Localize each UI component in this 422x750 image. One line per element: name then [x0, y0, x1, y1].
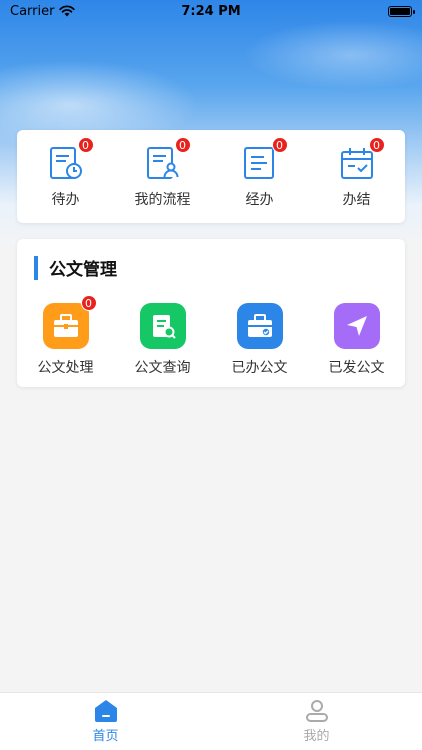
tab-label: 首页	[92, 729, 119, 744]
quick-actions-card: 0 待办 0 我的流程 0 经办 0 办结	[17, 130, 405, 223]
doc-search-icon	[152, 315, 176, 339]
badge-count: 0	[80, 295, 97, 311]
document-management-card: 公文管理 0 公文处理 公文查询 已办公文 已发公文	[17, 239, 405, 387]
wifi-icon	[59, 5, 76, 17]
app-document-query[interactable]: 公文查询	[120, 303, 206, 377]
doc-user-icon	[146, 146, 178, 179]
tile-label: 经办	[245, 191, 274, 208]
section-header: 公文管理	[34, 255, 117, 280]
tile-label: 待办	[51, 191, 80, 208]
tab-bar: 首页 我的	[0, 692, 422, 750]
tile-handled[interactable]: 0 经办	[220, 136, 300, 209]
calendar-check-icon	[340, 147, 373, 179]
tab-mine[interactable]: 我的	[257, 693, 377, 750]
badge-count: 0	[77, 136, 94, 153]
tab-home[interactable]: 首页	[46, 693, 166, 750]
tile-todo[interactable]: 0 待办	[26, 136, 106, 209]
app-sent-documents[interactable]: 已发公文	[314, 303, 400, 377]
app-label: 公文处理	[37, 360, 94, 376]
badge-count: 0	[174, 136, 191, 153]
app-label: 已发公文	[328, 360, 385, 376]
send-icon	[346, 316, 367, 336]
doc-list-icon	[243, 146, 274, 179]
badge-count: 0	[368, 136, 385, 153]
clock: 7:24 PM	[181, 3, 241, 19]
status-bar: Carrier 7:24 PM	[0, 0, 422, 22]
briefcase-check-icon	[247, 314, 272, 337]
app-label: 已办公文	[231, 360, 288, 376]
user-icon	[305, 700, 328, 722]
tile-label: 办结	[342, 191, 371, 208]
tile-my-process[interactable]: 0 我的流程	[123, 136, 203, 209]
app-label: 公文查询	[134, 360, 191, 376]
section-title: 公文管理	[49, 260, 117, 280]
battery-icon	[388, 5, 415, 17]
app-document-processing[interactable]: 0 公文处理	[23, 295, 109, 377]
todo-clock-icon	[49, 146, 82, 179]
tile-label: 我的流程	[134, 191, 191, 208]
app-handled-documents[interactable]: 已办公文	[217, 303, 303, 377]
section-accent-bar	[34, 255, 38, 280]
tab-label: 我的	[303, 729, 330, 744]
carrier-label: Carrier	[10, 3, 55, 19]
tile-completed[interactable]: 0 办结	[317, 136, 397, 209]
badge-count: 0	[271, 136, 288, 153]
briefcase-icon	[53, 314, 78, 337]
home-icon	[94, 700, 117, 722]
